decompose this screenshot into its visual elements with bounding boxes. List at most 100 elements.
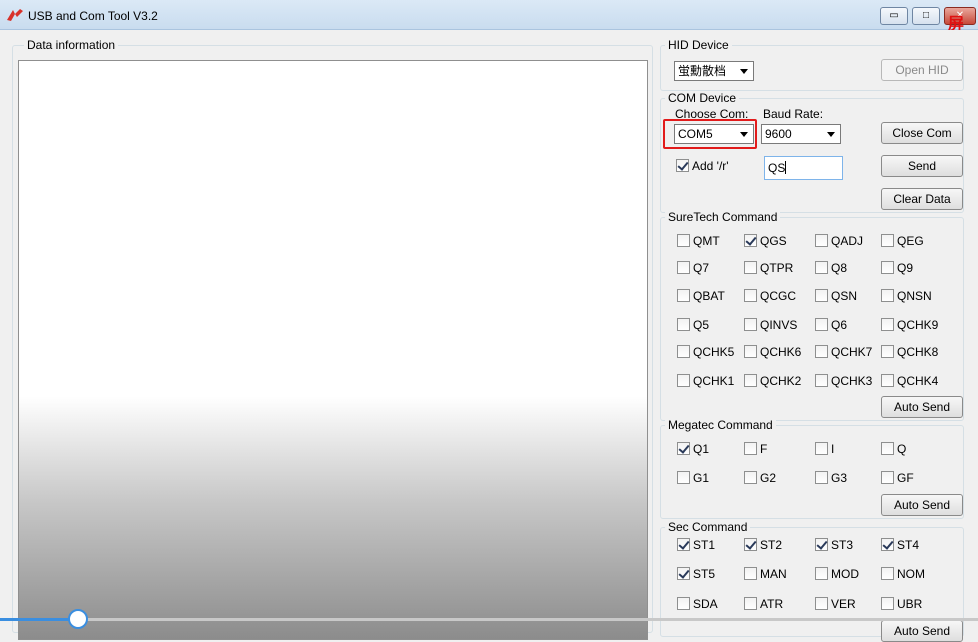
baud-rate-select[interactable]: 9600: [761, 124, 841, 144]
command-input[interactable]: QS: [764, 156, 843, 180]
checkbox-label: ST1: [693, 538, 716, 552]
checkbox-box: [676, 159, 689, 172]
megatec-checkbox-i[interactable]: I: [815, 441, 834, 457]
sec-checkbox-ubr[interactable]: UBR: [881, 596, 922, 612]
sec-checkbox-st1[interactable]: ST1: [677, 537, 715, 553]
megatec-checkbox-g2[interactable]: G2: [744, 470, 776, 486]
minimize-icon: ▭: [889, 10, 899, 21]
suretech-checkbox-qbat[interactable]: QBAT: [677, 288, 725, 304]
checkbox-box: [881, 345, 894, 358]
checkbox-label: F: [760, 442, 768, 456]
minimize-button[interactable]: ▭: [880, 7, 908, 25]
app-icon: [7, 9, 23, 21]
checkbox-label: Q5: [693, 318, 710, 332]
checkbox-box: [815, 318, 828, 331]
checkbox-box: [881, 374, 894, 387]
checkbox-box: [677, 345, 690, 358]
megatec-checkbox-f[interactable]: F: [744, 441, 767, 457]
megatec-checkbox-g3[interactable]: G3: [815, 470, 847, 486]
checkbox-box: [744, 567, 757, 580]
sec-checkbox-atr[interactable]: ATR: [744, 596, 783, 612]
sec-checkbox-man[interactable]: MAN: [744, 566, 787, 582]
suretech-checkbox-qchk5[interactable]: QCHK5: [677, 344, 734, 360]
sec-auto-send-button[interactable]: Auto Send: [881, 620, 963, 642]
suretech-checkbox-qchk9[interactable]: QCHK9: [881, 317, 938, 333]
suretech-checkbox-qinvs[interactable]: QINVS: [744, 317, 797, 333]
checkbox-label: QMT: [693, 234, 720, 248]
suretech-checkbox-qeg[interactable]: QEG: [881, 233, 924, 249]
suretech-checkbox-q6[interactable]: Q6: [815, 317, 847, 333]
suretech-checkbox-qsn[interactable]: QSN: [815, 288, 857, 304]
suretech-checkbox-q7[interactable]: Q7: [677, 260, 709, 276]
checkbox-box: [744, 345, 757, 358]
suretech-checkbox-q8[interactable]: Q8: [815, 260, 847, 276]
sec-command-label: Sec Command: [665, 520, 751, 534]
checkbox-box: [677, 471, 690, 484]
suretech-checkbox-qcgc[interactable]: QCGC: [744, 288, 796, 304]
checkbox-box: [677, 234, 690, 247]
checkbox-box: [744, 597, 757, 610]
checkbox-label: ST4: [897, 538, 920, 552]
checkbox-label: QCHK4: [897, 374, 939, 388]
checkbox-box: [815, 597, 828, 610]
suretech-checkbox-qchk8[interactable]: QCHK8: [881, 344, 938, 360]
suretech-checkbox-qchk6[interactable]: QCHK6: [744, 344, 801, 360]
checkbox-box: [744, 318, 757, 331]
checkbox-label: QCHK7: [831, 345, 873, 359]
suretech-checkbox-qchk7[interactable]: QCHK7: [815, 344, 872, 360]
checkbox-label: G1: [693, 471, 710, 485]
checkbox-box: [881, 538, 894, 551]
checkbox-box: [677, 289, 690, 302]
checkbox-box: [815, 442, 828, 455]
suretech-auto-send-button[interactable]: Auto Send: [881, 396, 963, 418]
suretech-checkbox-qtpr[interactable]: QTPR: [744, 260, 793, 276]
slider-handle[interactable]: [68, 609, 88, 629]
suretech-checkbox-q5[interactable]: Q5: [677, 317, 709, 333]
title-bar: USB and Com Tool V3.2 ▭ □ ✕ 屏幕: [0, 0, 978, 57]
megatec-checkbox-q1[interactable]: Q1: [677, 441, 709, 457]
suretech-checkbox-qadj[interactable]: QADJ: [815, 233, 863, 249]
clear-data-button[interactable]: Clear Data: [881, 188, 963, 210]
suretech-checkbox-qmt[interactable]: QMT: [677, 233, 720, 249]
slider-track[interactable]: [0, 618, 978, 621]
checkbox-box: [881, 597, 894, 610]
send-button[interactable]: Send: [881, 155, 963, 177]
com-device-label: COM Device: [665, 91, 740, 105]
suretech-checkbox-qgs[interactable]: QGS: [744, 233, 787, 249]
checkbox-label: Q: [897, 442, 907, 456]
checkbox-label: QCHK1: [693, 374, 735, 388]
maximize-button[interactable]: □: [912, 7, 940, 25]
baud-rate-label: Baud Rate:: [763, 107, 824, 121]
sec-checkbox-ver[interactable]: VER: [815, 596, 856, 612]
megatec-checkbox-gf[interactable]: GF: [881, 470, 914, 486]
close-com-button[interactable]: Close Com: [881, 122, 963, 144]
suretech-checkbox-qnsn[interactable]: QNSN: [881, 288, 932, 304]
megatec-checkbox-q[interactable]: Q: [881, 441, 906, 457]
chevron-down-icon: [827, 132, 835, 137]
sec-checkbox-nom[interactable]: NOM: [881, 566, 925, 582]
suretech-checkbox-qchk3[interactable]: QCHK3: [815, 373, 872, 389]
data-output-area[interactable]: [18, 60, 648, 640]
suretech-checkbox-qchk1[interactable]: QCHK1: [677, 373, 734, 389]
sec-checkbox-st3[interactable]: ST3: [815, 537, 853, 553]
megatec-checkbox-g1[interactable]: G1: [677, 470, 709, 486]
sec-checkbox-st4[interactable]: ST4: [881, 537, 919, 553]
open-hid-button[interactable]: Open HID: [881, 59, 963, 81]
sec-checkbox-sda[interactable]: SDA: [677, 596, 718, 612]
sec-checkbox-mod[interactable]: MOD: [815, 566, 859, 582]
checkbox-label: Q1: [693, 442, 710, 456]
suretech-checkbox-qchk4[interactable]: QCHK4: [881, 373, 938, 389]
suretech-checkbox-q9[interactable]: Q9: [881, 260, 913, 276]
megatec-auto-send-button[interactable]: Auto Send: [881, 494, 963, 516]
hid-device-select[interactable]: 蛍勳散档: [674, 61, 754, 81]
add-r-checkbox[interactable]: Add '/r': [676, 158, 729, 174]
suretech-checkbox-qchk2[interactable]: QCHK2: [744, 373, 801, 389]
checkbox-box: [815, 289, 828, 302]
checkbox-label: QCHK8: [897, 345, 939, 359]
maximize-icon: □: [922, 10, 930, 21]
command-input-value: QS: [768, 161, 786, 175]
sec-checkbox-st5[interactable]: ST5: [677, 566, 715, 582]
checkbox-label: GF: [897, 471, 914, 485]
sec-checkbox-st2[interactable]: ST2: [744, 537, 782, 553]
checkbox-label: Q6: [831, 318, 848, 332]
